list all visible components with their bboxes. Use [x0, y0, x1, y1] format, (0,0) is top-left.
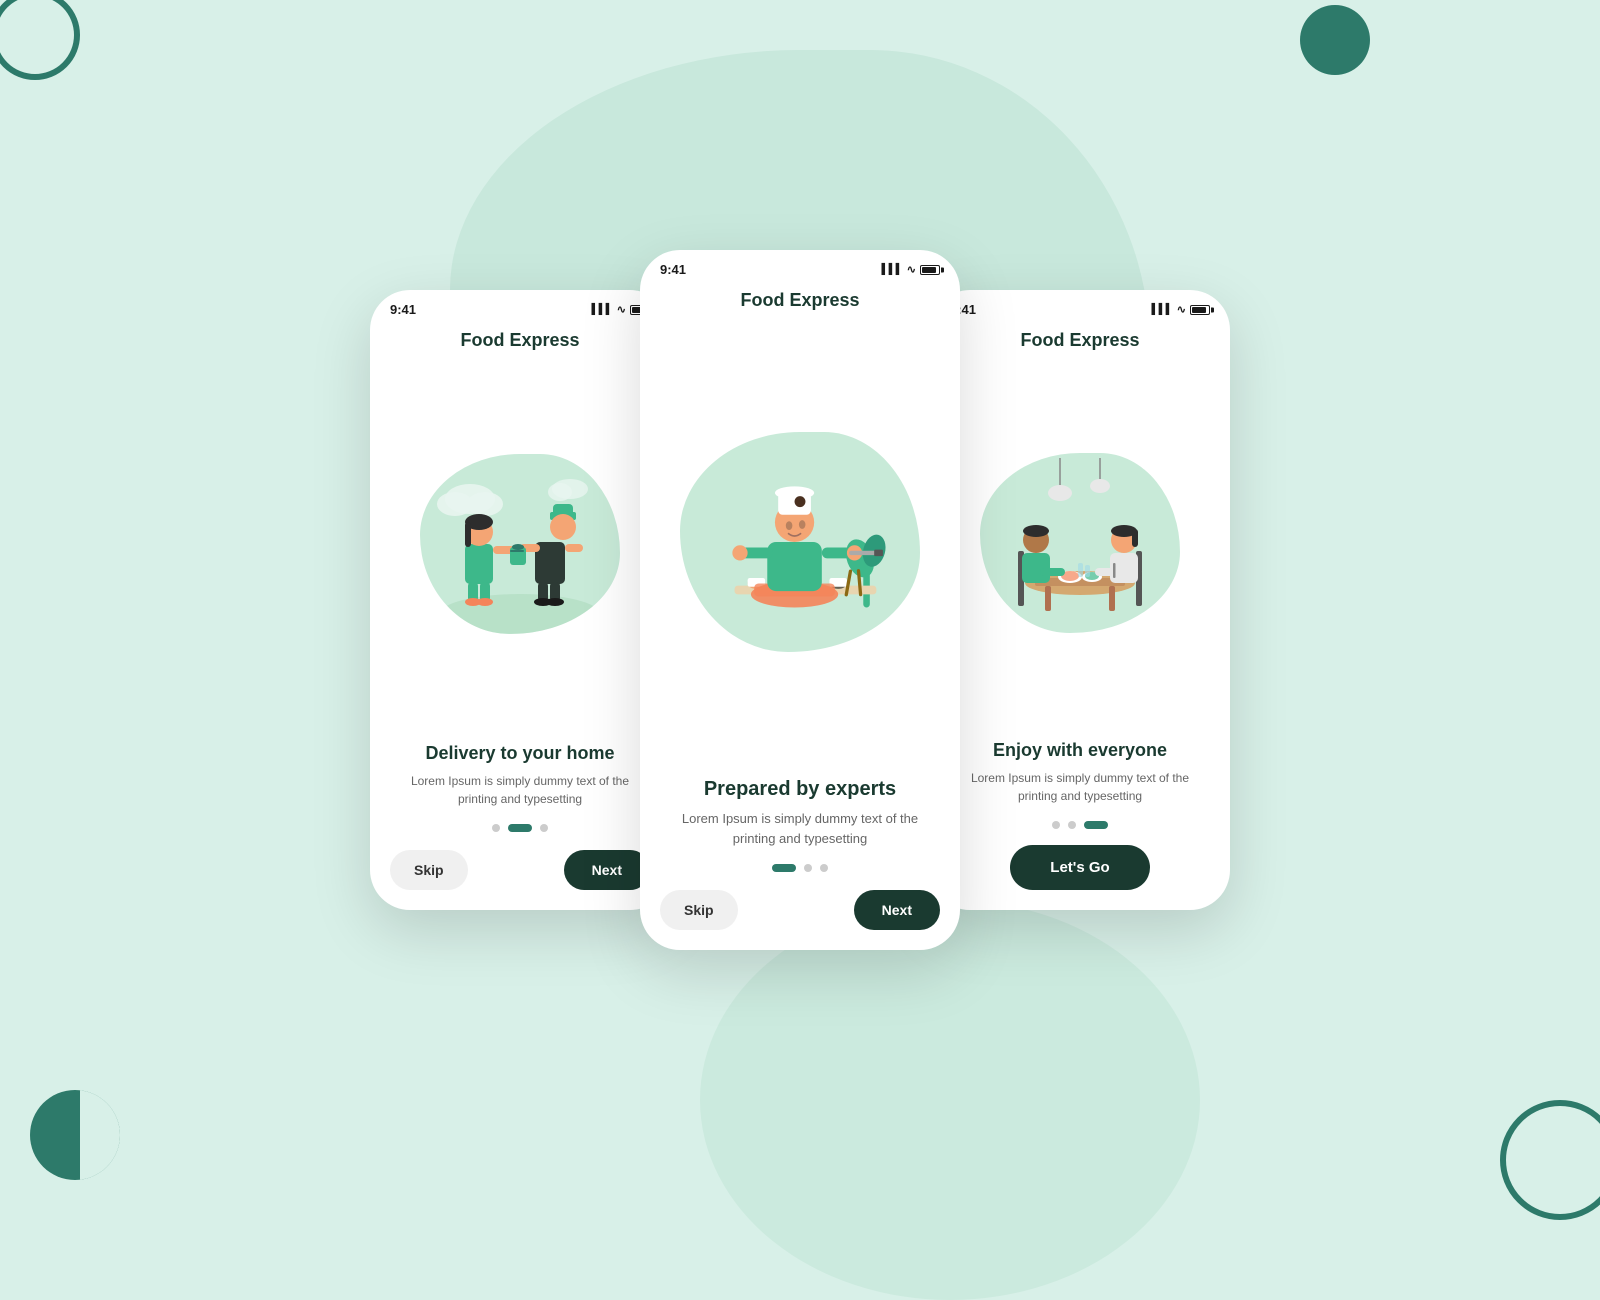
app-title-center: Food Express — [640, 282, 960, 315]
text-area-right: Enjoy with everyone Lorem Ipsum is simpl… — [930, 730, 1230, 813]
skip-button-center[interactable]: Skip — [660, 890, 738, 930]
dot-left-2 — [540, 824, 548, 832]
battery-icon-center — [920, 265, 940, 275]
slide-title-left: Delivery to your home — [394, 743, 646, 764]
dining-svg — [980, 453, 1180, 633]
dot-center-0 — [772, 864, 796, 872]
signal-icon-right: ▌▌▌ — [1152, 304, 1173, 315]
buttons-row-center: Skip Next — [640, 880, 960, 950]
wifi-icon-right: ∿ — [1177, 303, 1186, 316]
dot-right-2 — [1084, 821, 1108, 829]
dot-right-1 — [1068, 821, 1076, 829]
next-button-left[interactable]: Next — [564, 850, 650, 890]
dot-center-1 — [804, 864, 812, 872]
wifi-icon-center: ∿ — [907, 263, 916, 276]
signal-icon-left: ▌▌▌ — [592, 304, 613, 315]
chef-svg — [680, 432, 920, 652]
status-icons-center: ▌▌▌ ∿ — [882, 263, 940, 276]
app-title-right: Food Express — [930, 322, 1230, 355]
status-bar-right: 9:41 ▌▌▌ ∿ — [930, 290, 1230, 322]
slide-title-center: Prepared by experts — [664, 778, 936, 801]
bg-blob-bottom — [700, 900, 1200, 1300]
skip-button-left[interactable]: Skip — [390, 850, 468, 890]
dot-center-2 — [820, 864, 828, 872]
status-icons-right: ▌▌▌ ∿ — [1152, 303, 1210, 316]
buttons-row-right: Let's Go — [930, 837, 1230, 910]
slide-title-right: Enjoy with everyone — [954, 740, 1206, 761]
chef-blob — [680, 432, 920, 652]
slide-desc-right: Lorem Ipsum is simply dummy text of the … — [954, 769, 1206, 805]
bg-decoration-circle-tl — [0, 0, 80, 80]
next-button-center[interactable]: Next — [854, 890, 940, 930]
bg-decoration-circle-tr — [1300, 5, 1370, 75]
dot-left-0 — [492, 824, 500, 832]
dot-left-1 — [508, 824, 532, 832]
phone-left: 9:41 ▌▌▌ ∿ Food Express — [370, 290, 670, 910]
dots-center — [640, 856, 960, 880]
battery-icon-right — [1190, 305, 1210, 315]
slide-desc-left: Lorem Ipsum is simply dummy text of the … — [394, 772, 646, 808]
slide-desc-center: Lorem Ipsum is simply dummy text of the … — [664, 809, 936, 848]
dining-blob — [980, 453, 1180, 633]
status-bar-left: 9:41 ▌▌▌ ∿ — [370, 290, 670, 322]
time-center: 9:41 — [660, 262, 686, 277]
dot-right-0 — [1052, 821, 1060, 829]
bg-decoration-circle-bl — [30, 1090, 120, 1180]
phones-container: 9:41 ▌▌▌ ∿ Food Express — [370, 250, 1230, 950]
text-area-left: Delivery to your home Lorem Ipsum is sim… — [370, 733, 670, 816]
text-area-center: Prepared by experts Lorem Ipsum is simpl… — [640, 768, 960, 856]
app-title-left: Food Express — [370, 322, 670, 355]
time-left: 9:41 — [390, 302, 416, 317]
status-bar-center: 9:41 ▌▌▌ ∿ — [640, 250, 960, 282]
phone-right: 9:41 ▌▌▌ ∿ Food Express — [930, 290, 1230, 910]
phone-center: 9:41 ▌▌▌ ∿ Food Express — [640, 250, 960, 950]
signal-icon-center: ▌▌▌ — [882, 264, 903, 275]
illustration-area-left — [370, 355, 670, 733]
wifi-icon-left: ∿ — [617, 303, 626, 316]
buttons-row-left: Skip Next — [370, 840, 670, 910]
illustration-area-right — [930, 355, 1230, 730]
delivery-blob — [420, 454, 620, 634]
illustration-area-center — [640, 315, 960, 768]
bg-decoration-circle-br — [1500, 1100, 1600, 1220]
dots-right — [930, 813, 1230, 837]
delivery-svg — [420, 454, 620, 634]
letsgo-button[interactable]: Let's Go — [1010, 845, 1149, 890]
dots-left — [370, 816, 670, 840]
